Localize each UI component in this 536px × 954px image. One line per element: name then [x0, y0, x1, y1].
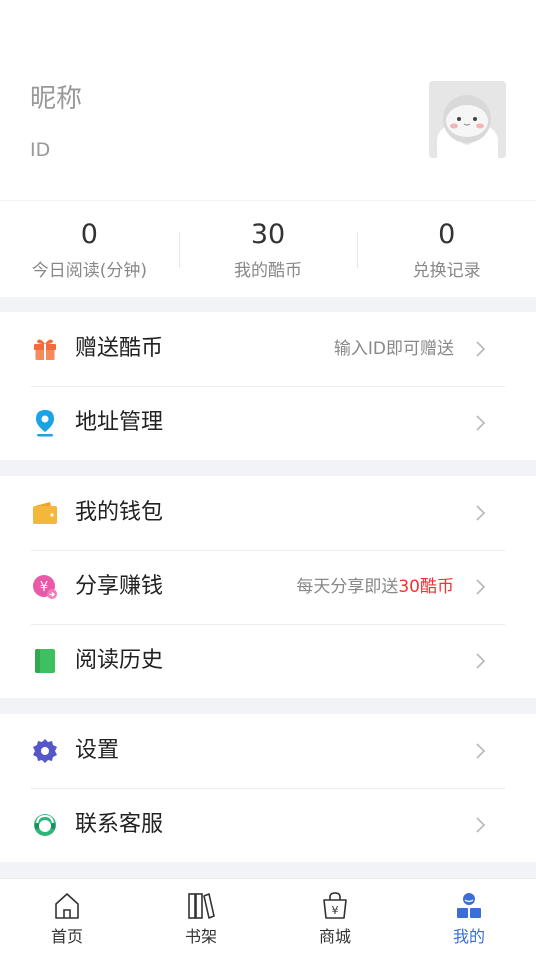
stat-exchange-records[interactable]: 0 兑换记录 [357, 201, 536, 297]
chevron-right-icon [476, 817, 486, 833]
stat-label: 兑换记录 [412, 261, 481, 281]
menu-item-label: 我的钱包 [75, 500, 164, 525]
menu-item-label: 地址管理 [75, 410, 164, 435]
chevron-right-icon [476, 579, 486, 595]
stats-bar: 0 今日阅读(分钟) 30 我的酷币 0 兑换记录 [0, 201, 536, 297]
menu-item-label: 联系客服 [75, 812, 164, 837]
menu-item-customer-service[interactable]: 联系客服 [0, 788, 536, 862]
menu-item-hint: 每天分享即送30酷币 [296, 577, 454, 597]
gear-icon [31, 737, 59, 765]
stat-value: 30 [250, 219, 286, 250]
tab-label: 商城 [318, 927, 351, 946]
share-coin-icon: ¥ [31, 573, 59, 601]
avatar[interactable] [429, 81, 506, 158]
chevron-right-icon [476, 743, 486, 759]
bottom-tab-bar: 首页 书架 ¥ 商城 我的 [0, 878, 536, 954]
menu-item-reading-history[interactable]: 阅读历史 [0, 624, 536, 698]
stat-label: 今日阅读(分钟) [31, 261, 147, 281]
shopping-bag-icon: ¥ [323, 892, 347, 919]
menu-item-gift-coins[interactable]: 赠送酷币 输入ID即可赠送 [0, 312, 536, 386]
menu-group-1: 赠送酷币 输入ID即可赠送 地址管理 [0, 312, 536, 460]
stat-value: 0 [80, 219, 98, 250]
tab-store[interactable]: ¥ 商城 [268, 879, 402, 954]
tab-label: 我的 [452, 927, 485, 946]
home-icon [55, 893, 79, 919]
menu-item-settings[interactable]: 设置 [0, 714, 536, 788]
avatar-ghost-icon [429, 81, 506, 158]
tab-label: 书架 [184, 927, 217, 946]
nickname: 昵称 [30, 84, 83, 114]
profile-header[interactable]: 昵称 ID [0, 0, 536, 200]
tab-mine[interactable]: 我的 [402, 879, 536, 954]
chevron-right-icon [476, 341, 486, 357]
stat-my-coins[interactable]: 30 我的酷币 [178, 201, 358, 297]
wallet-icon [31, 499, 59, 527]
location-pin-icon [31, 409, 59, 437]
menu-item-share-earn[interactable]: ¥ 分享赚钱 每天分享即送30酷币 [0, 550, 536, 624]
svg-text:¥: ¥ [332, 904, 339, 917]
chevron-right-icon [476, 653, 486, 669]
menu-group-2: 我的钱包 ¥ 分享赚钱 每天分享即送30酷币 阅读历史 [0, 476, 536, 698]
user-id: ID [30, 139, 51, 161]
stat-label: 我的酷币 [234, 261, 302, 281]
menu-item-label: 设置 [75, 738, 120, 763]
user-icon [457, 893, 481, 918]
book-icon [31, 647, 59, 675]
menu-group-3: 设置 联系客服 [0, 714, 536, 862]
tab-bookshelf[interactable]: 书架 [134, 879, 268, 954]
hint-accent-coins: 30酷币 [398, 577, 454, 597]
bookshelf-icon [188, 893, 215, 919]
headset-icon [31, 811, 59, 839]
menu-item-address[interactable]: 地址管理 [0, 386, 536, 460]
menu-item-wallet[interactable]: 我的钱包 [0, 476, 536, 550]
chevron-right-icon [476, 505, 486, 521]
menu-item-label: 赠送酷币 [75, 336, 164, 361]
stat-value: 0 [438, 219, 456, 250]
svg-text:¥: ¥ [40, 580, 48, 595]
tab-label: 首页 [50, 927, 83, 946]
gift-icon [31, 335, 59, 363]
menu-item-hint: 输入ID即可赠送 [333, 339, 454, 359]
tab-home[interactable]: 首页 [0, 879, 134, 954]
menu-item-label: 阅读历史 [75, 648, 164, 673]
stat-today-reading[interactable]: 0 今日阅读(分钟) [0, 201, 179, 297]
menu-item-label: 分享赚钱 [75, 574, 164, 599]
chevron-right-icon [476, 415, 486, 431]
